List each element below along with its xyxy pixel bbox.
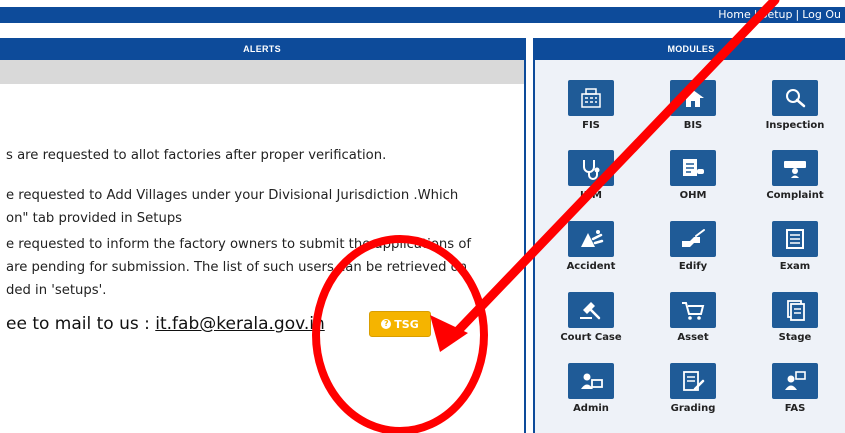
module-stage[interactable]: Stage <box>755 292 835 343</box>
logout-link[interactable]: Log Ou <box>802 8 841 21</box>
top-nav-bar: Home | Setup | Log Ou <box>0 7 845 23</box>
module-court-case[interactable]: Court Case <box>551 292 631 343</box>
module-ohm[interactable]: OHM <box>653 150 733 201</box>
edify-hand-icon <box>670 221 716 257</box>
module-inspection[interactable]: Inspection <box>755 80 835 131</box>
modules-grid: FIS BIS Inspection IHM OHM Complaint Acc… <box>535 60 845 433</box>
module-label: Grading <box>670 403 716 414</box>
cart-icon <box>670 292 716 328</box>
alerts-subbar <box>0 60 524 84</box>
module-label: Edify <box>678 261 708 272</box>
alert-item: s are requested to allot factories after… <box>6 144 386 167</box>
module-label: Exam <box>779 261 811 272</box>
nav-separator: | <box>753 8 758 21</box>
alerts-header: ALERTS <box>0 38 524 60</box>
factory-roof-icon <box>670 80 716 116</box>
module-label: Accident <box>566 261 616 272</box>
grading-pencil-icon <box>670 363 716 399</box>
module-fas[interactable]: FAS <box>755 363 835 414</box>
module-label: Court Case <box>560 332 622 343</box>
alert-item: e requested to Add Villages under your D… <box>6 184 458 230</box>
alert-line: are pending for submission. The list of … <box>6 260 468 275</box>
module-label: Asset <box>677 332 709 343</box>
module-exam[interactable]: Exam <box>755 221 835 272</box>
alert-line: e requested to inform the factory owners… <box>6 237 472 252</box>
module-bis[interactable]: BIS <box>653 80 733 131</box>
contact-mail-line: ee to mail to us : it.fab@kerala.gov.in <box>6 314 325 334</box>
module-asset[interactable]: Asset <box>653 292 733 343</box>
module-label: FIS <box>582 120 600 131</box>
alert-item: e requested to inform the factory owners… <box>6 233 471 302</box>
alert-line: e requested to Add Villages under your D… <box>6 188 459 203</box>
stacked-pages-icon <box>772 292 818 328</box>
alert-line: s are requested to allot factories after… <box>6 148 387 163</box>
module-label: Stage <box>778 332 812 343</box>
modules-header: MODULES <box>535 38 845 60</box>
tsg-button[interactable]: ? TSG <box>369 311 431 337</box>
exam-sheet-icon <box>772 221 818 257</box>
modules-panel: MODULES FIS BIS Inspection IHM OHM Compl… <box>533 38 845 433</box>
accident-icon <box>568 221 614 257</box>
alert-line: on" tab provided in Setups <box>6 211 183 226</box>
module-label: BIS <box>683 120 703 131</box>
question-circle-icon: ? <box>381 319 392 329</box>
module-edify[interactable]: Edify <box>653 221 733 272</box>
medical-report-icon <box>670 150 716 186</box>
nav-separator: | <box>795 8 800 21</box>
magnifier-icon <box>772 80 818 116</box>
alert-line: ded in 'setups'. <box>6 283 107 298</box>
module-accident[interactable]: Accident <box>551 221 631 272</box>
module-label: IHM <box>579 190 603 201</box>
module-label: FAS <box>784 403 806 414</box>
home-link[interactable]: Home <box>718 8 750 21</box>
stethoscope-icon <box>568 150 614 186</box>
complaint-icon <box>772 150 818 186</box>
module-label: OHM <box>679 190 707 201</box>
tsg-label: TSG <box>394 317 419 331</box>
module-admin[interactable]: Admin <box>551 363 631 414</box>
mail-prefix: ee to mail to us : <box>6 314 156 334</box>
module-label: Inspection <box>765 120 825 131</box>
top-nav-links: Home | Setup | Log Ou <box>718 8 841 21</box>
alerts-panel: ALERTS s are requested to allot factorie… <box>0 38 526 433</box>
module-complaint[interactable]: Complaint <box>755 150 835 201</box>
module-ihm[interactable]: IHM <box>551 150 631 201</box>
gavel-icon <box>568 292 614 328</box>
module-label: Complaint <box>766 190 824 201</box>
fas-users-icon <box>772 363 818 399</box>
admin-desk-icon <box>568 363 614 399</box>
email-link[interactable]: it.fab@kerala.gov.in <box>155 314 324 334</box>
building-icon <box>568 80 614 116</box>
setup-link[interactable]: Setup <box>760 8 792 21</box>
module-grading[interactable]: Grading <box>653 363 733 414</box>
module-label: Admin <box>573 403 609 414</box>
module-fis[interactable]: FIS <box>551 80 631 131</box>
